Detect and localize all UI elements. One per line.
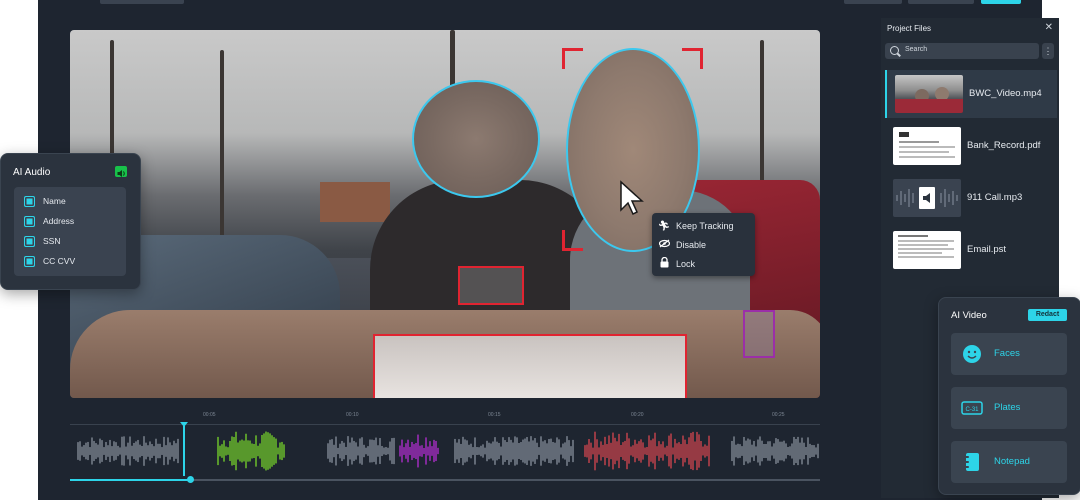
selection-corner xyxy=(682,48,703,69)
checkbox-name[interactable]: Name xyxy=(24,193,66,209)
selection-corner xyxy=(562,230,583,251)
menu-item-label: Keep Tracking xyxy=(676,221,734,231)
audio-thumbnail xyxy=(893,179,961,217)
menu-item-label: Lock xyxy=(676,259,696,269)
notepad-label: Notepad xyxy=(994,456,1030,467)
toolbar-primary-button[interactable] xyxy=(981,0,1021,4)
plates-button[interactable]: C-31 Plates xyxy=(951,387,1067,429)
file-name: 911 Call.mp3 xyxy=(967,192,1023,203)
toolbar-field[interactable] xyxy=(100,0,184,4)
running-person-icon: 🏃︎ xyxy=(657,220,671,232)
selection-corner xyxy=(562,48,583,69)
tick-label: 00:10 xyxy=(346,412,359,418)
file-name: Bank_Record.pdf xyxy=(967,140,1041,151)
checkbox-cc-cvv[interactable]: CC CVV xyxy=(24,253,75,269)
lock-icon xyxy=(652,256,676,271)
redaction-box-phone[interactable] xyxy=(458,266,524,305)
checkbox-label: SSN xyxy=(43,236,61,246)
search-placeholder: Search xyxy=(905,46,928,53)
file-item[interactable]: Email.pst xyxy=(885,226,1055,274)
checkbox-label: CC CVV xyxy=(43,256,76,266)
file-item[interactable]: Bank_Record.pdf xyxy=(885,122,1055,170)
menu-item-lock[interactable]: Lock xyxy=(652,255,755,273)
toolbar-button[interactable] xyxy=(844,0,902,4)
progress-fill xyxy=(70,479,190,481)
tick-label: 00:05 xyxy=(203,412,216,418)
face-tracking-box[interactable] xyxy=(412,80,540,198)
file-item[interactable]: 911 Call.mp3 xyxy=(885,174,1055,222)
notepad-icon xyxy=(964,453,979,471)
progress-knob[interactable] xyxy=(187,476,194,483)
smiley-face-icon xyxy=(963,345,981,363)
file-item[interactable]: BWC_Video.mp4 xyxy=(885,70,1057,118)
ai-audio-list: Name Address SSN CC CVV xyxy=(14,187,126,276)
background-tree xyxy=(220,50,224,260)
ai-audio-panel: AI Audio Name Address SSN CC CVV xyxy=(0,153,141,290)
checkbox[interactable] xyxy=(24,195,35,207)
tick-label: 00:25 xyxy=(772,412,785,418)
mouse-pointer-icon xyxy=(620,180,644,216)
plates-label: Plates xyxy=(994,402,1021,413)
ai-audio-title: AI Audio xyxy=(13,167,51,178)
search-icon xyxy=(890,46,899,55)
ai-video-panel: AI Video Redact Faces C-31 Plates Notepa… xyxy=(938,297,1080,495)
toolbar-button[interactable] xyxy=(908,0,974,4)
faces-label: Faces xyxy=(994,348,1020,359)
menu-item-keep-tracking[interactable]: 🏃︎ Keep Tracking xyxy=(652,217,755,235)
project-files-title: Project Files xyxy=(887,24,932,33)
more-options-icon[interactable]: ⋮ xyxy=(1042,43,1054,59)
speaker-icon[interactable] xyxy=(115,166,127,177)
menu-item-disable[interactable]: Disable xyxy=(652,236,755,254)
close-icon[interactable]: ✕ xyxy=(1045,22,1053,33)
checkbox-label: Name xyxy=(43,196,66,206)
tick-label: 00:20 xyxy=(631,412,644,418)
checkbox-address[interactable]: Address xyxy=(24,213,74,229)
checkbox[interactable] xyxy=(24,215,35,227)
checkbox[interactable] xyxy=(24,235,35,247)
file-name: Email.pst xyxy=(967,244,1007,255)
checkbox-label: Address xyxy=(43,216,75,226)
document-thumbnail xyxy=(893,231,961,269)
file-name: BWC_Video.mp4 xyxy=(969,88,1042,99)
faces-button[interactable]: Faces xyxy=(951,333,1067,375)
progress-bar[interactable] xyxy=(70,476,820,483)
audio-timeline[interactable]: 00:05 00:10 00:15 00:20 00:25 xyxy=(70,404,820,494)
background-building xyxy=(320,182,390,222)
redaction-box-logo[interactable] xyxy=(743,310,775,358)
video-viewer[interactable]: 🏃︎ Keep Tracking Disable Lock xyxy=(70,30,820,398)
redaction-box-body[interactable] xyxy=(373,334,687,398)
context-menu: 🏃︎ Keep Tracking Disable Lock xyxy=(652,213,755,276)
redact-button[interactable]: Redact xyxy=(1028,309,1067,321)
ai-video-title: AI Video xyxy=(951,310,987,321)
eye-slash-icon xyxy=(652,239,676,251)
checkbox-ssn[interactable]: SSN xyxy=(24,233,60,249)
svg-text:C-31: C-31 xyxy=(965,407,979,413)
menu-item-label: Disable xyxy=(676,240,707,250)
license-plate-icon: C-31 xyxy=(961,401,983,415)
top-toolbar xyxy=(38,0,1042,14)
playhead[interactable] xyxy=(180,422,188,476)
tick-label: 00:15 xyxy=(488,412,501,418)
video-thumbnail xyxy=(895,75,963,113)
document-thumbnail xyxy=(893,127,961,165)
search-input[interactable]: Search xyxy=(885,43,1039,59)
notepad-button[interactable]: Notepad xyxy=(951,441,1067,483)
checkbox[interactable] xyxy=(24,255,35,267)
